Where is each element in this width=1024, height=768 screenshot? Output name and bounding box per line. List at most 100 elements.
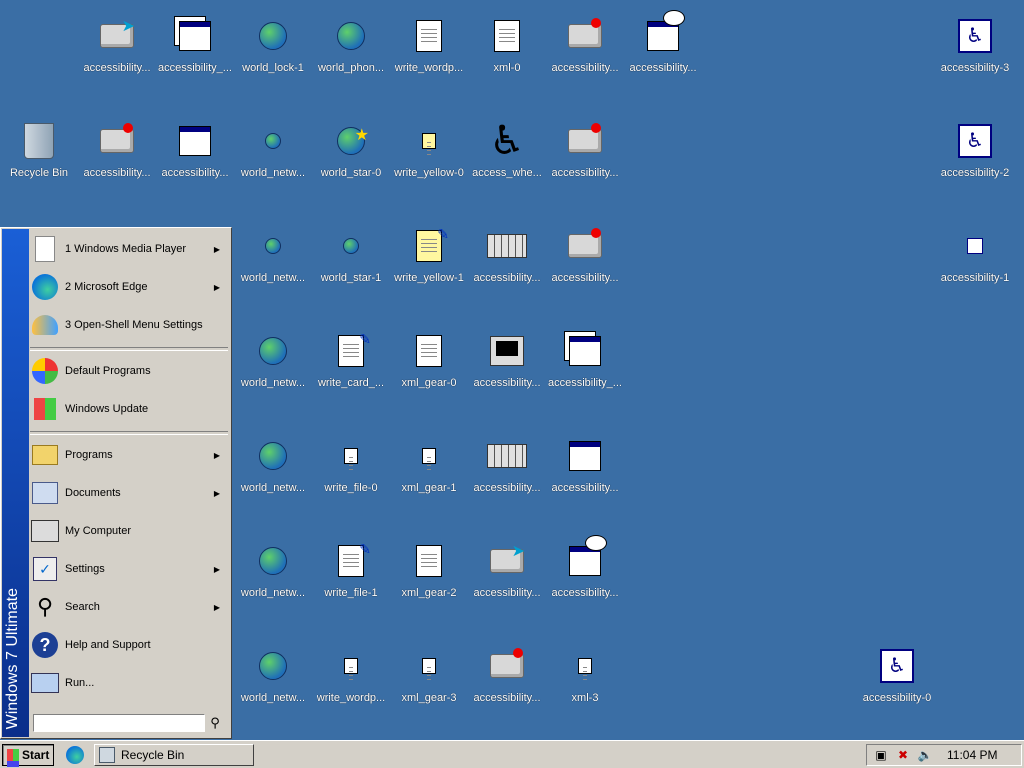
globe-icon [253, 16, 293, 56]
desktop-icon-label: xml_gear-3 [401, 692, 457, 704]
security-alert-icon[interactable]: ✖ [895, 747, 911, 763]
desktop-icon-label: world_netw... [240, 587, 306, 599]
start-menu-item-settings[interactable]: ✓ Settings ▶ [30, 551, 228, 587]
desktop-icon[interactable]: write_wordp... [312, 640, 390, 720]
start-menu-item-label: 1 Windows Media Player [65, 243, 187, 255]
desktop-icon[interactable]: ✎ write_file-1 [312, 535, 390, 615]
desktop-icon-label: accessibility... [473, 587, 541, 599]
start-menu-item-windows-update[interactable]: Windows Update [30, 391, 228, 427]
blocks-icon [487, 646, 527, 686]
taskbar-button-recycle-bin[interactable]: Recycle Bin [94, 744, 254, 766]
desktop-icon[interactable]: accessibility... [624, 10, 702, 90]
desktop-icon[interactable]: ♿ accessibility-0 [858, 640, 936, 720]
desktop-icon[interactable]: write_file-0 [312, 430, 390, 510]
desktop-icon[interactable]: xml_gear-1 [390, 430, 468, 510]
submenu-arrow-icon: ▶ [213, 564, 220, 574]
document-pen-icon: ✎ [331, 331, 371, 371]
taskbar-button-label: Recycle Bin [121, 748, 185, 762]
desktop-icon[interactable]: world_netw... [234, 430, 312, 510]
desktop-icon-label: accessibility... [161, 167, 229, 179]
desktop-icon-label: accessibility... [551, 62, 619, 74]
desktop-icon[interactable]: ✎ write_card_... [312, 325, 390, 405]
desktop-icon[interactable]: xml-0 [468, 10, 546, 90]
start-menu-item-default-programs[interactable]: Default Programs [30, 353, 228, 389]
desktop-icon[interactable]: accessibility_... [156, 10, 234, 90]
clock[interactable]: 11:04 PM [947, 748, 997, 762]
desktop-icon-label: accessibility... [551, 587, 619, 599]
start-menu-item-programs[interactable]: Programs ▶ [30, 437, 228, 473]
start-menu-item-search[interactable]: ⚲ Search ▶ [30, 589, 228, 625]
desktop-icon[interactable]: accessibility_... [546, 325, 624, 405]
desktop-icon-label: accessibility... [629, 62, 697, 74]
start-menu-item-label: Programs [65, 449, 113, 461]
volume-icon[interactable]: 🔈 [917, 747, 933, 763]
desktop-icon[interactable]: world_phon... [312, 10, 390, 90]
desktop-icon[interactable]: xml_gear-0 [390, 325, 468, 405]
submenu-arrow-icon: ▶ [213, 602, 220, 612]
desktop-icon[interactable]: world_star-1 [312, 220, 390, 300]
start-menu-item-documents[interactable]: Documents ▶ [30, 475, 228, 511]
desktop-icon[interactable]: accessibility... [468, 430, 546, 510]
edge-quicklaunch-icon[interactable] [66, 746, 84, 764]
desktop-icon[interactable]: ♿ access_whe... [468, 115, 546, 195]
desktop-icon-label: accessibility... [473, 692, 541, 704]
help-icon: ? [30, 630, 60, 660]
desktop-icon[interactable]: world_lock-1 [234, 10, 312, 90]
desktop-icon-label: write_file-1 [324, 587, 378, 599]
search-icon[interactable]: ⚲ [207, 714, 223, 732]
desktop-icon-label: world_lock-1 [242, 62, 304, 74]
start-menu-item-1-windows-media-player[interactable]: 1 Windows Media Player ▶ [30, 231, 228, 267]
desktop-icon[interactable]: accessibility... [468, 325, 546, 405]
start-menu-item-3-open-shell-menu-settings[interactable]: 3 Open-Shell Menu Settings [30, 307, 228, 343]
desktop-icon[interactable]: world_netw... [234, 220, 312, 300]
desktop-icon[interactable]: xml_gear-2 [390, 535, 468, 615]
desktop-icon[interactable]: accessibility... [468, 220, 546, 300]
start-menu-item-run[interactable]: Run... [30, 665, 228, 701]
start-search-input[interactable] [33, 714, 205, 732]
start-menu-item-help-and-support[interactable]: ? Help and Support [30, 627, 228, 663]
desktop-icon[interactable]: ➤ accessibility... [468, 535, 546, 615]
desktop-icon[interactable]: accessibility... [546, 220, 624, 300]
desktop-icon[interactable]: accessibility... [468, 640, 546, 720]
start-menu-item-my-computer[interactable]: My Computer [30, 513, 228, 549]
desktop-icon[interactable]: world_netw... [234, 115, 312, 195]
recycle-bin-icon [99, 747, 115, 763]
desktop-icon[interactable]: world_netw... [234, 535, 312, 615]
network-icon[interactable]: ▣ [873, 747, 889, 763]
document-icon [487, 16, 527, 56]
desktop-icon[interactable]: write_yellow-0 [390, 115, 468, 195]
start-menu-item-label: Run... [65, 677, 95, 689]
desktop-icon[interactable]: accessibility... [546, 535, 624, 615]
desktop-icon[interactable]: accessibility... [546, 115, 624, 195]
accessibility-icon: ♿ [877, 646, 917, 686]
desktop-icon[interactable]: ➤ accessibility... [78, 10, 156, 90]
desktop-icon[interactable]: accessibility... [78, 115, 156, 195]
desktop-icon[interactable]: accessibility... [546, 10, 624, 90]
document-icon [565, 646, 605, 686]
desktop-icon[interactable]: accessibility... [156, 115, 234, 195]
my-computer-icon [30, 516, 60, 546]
document-icon [30, 234, 60, 264]
desktop-icon[interactable]: ♿ accessibility-3 [936, 10, 1014, 90]
desktop-icon[interactable]: ★ world_star-0 [312, 115, 390, 195]
desktop-icon[interactable]: write_wordp... [390, 10, 468, 90]
start-menu-banner-text: Windows 7 Ultimate [4, 587, 21, 729]
blocks-icon [97, 121, 137, 161]
desktop-icon[interactable]: ✎ write_yellow-1 [390, 220, 468, 300]
document-icon [409, 541, 449, 581]
document-pen-icon: ✎ [331, 541, 371, 581]
desktop-icon[interactable]: world_netw... [234, 640, 312, 720]
desktop-icon[interactable]: accessibility-1 [936, 220, 1014, 300]
taskbar: Start Recycle Bin ▣ ✖ 🔈 11:04 PM [0, 740, 1024, 768]
keyboard-icon [487, 226, 527, 266]
desktop-icon[interactable]: accessibility... [546, 430, 624, 510]
window-speech-icon [643, 10, 685, 56]
start-button[interactable]: Start [2, 744, 54, 766]
desktop-icon[interactable]: xml-3 [546, 640, 624, 720]
desktop-icon[interactable]: Recycle Bin [0, 115, 78, 195]
start-menu-item-2-microsoft-edge[interactable]: 2 Microsoft Edge ▶ [30, 269, 228, 305]
desktop-icon[interactable]: ♿ accessibility-2 [936, 115, 1014, 195]
desktop-icon[interactable]: world_netw... [234, 325, 312, 405]
desktop-icon[interactable]: xml_gear-3 [390, 640, 468, 720]
desktop-icon-label: world_netw... [240, 482, 306, 494]
